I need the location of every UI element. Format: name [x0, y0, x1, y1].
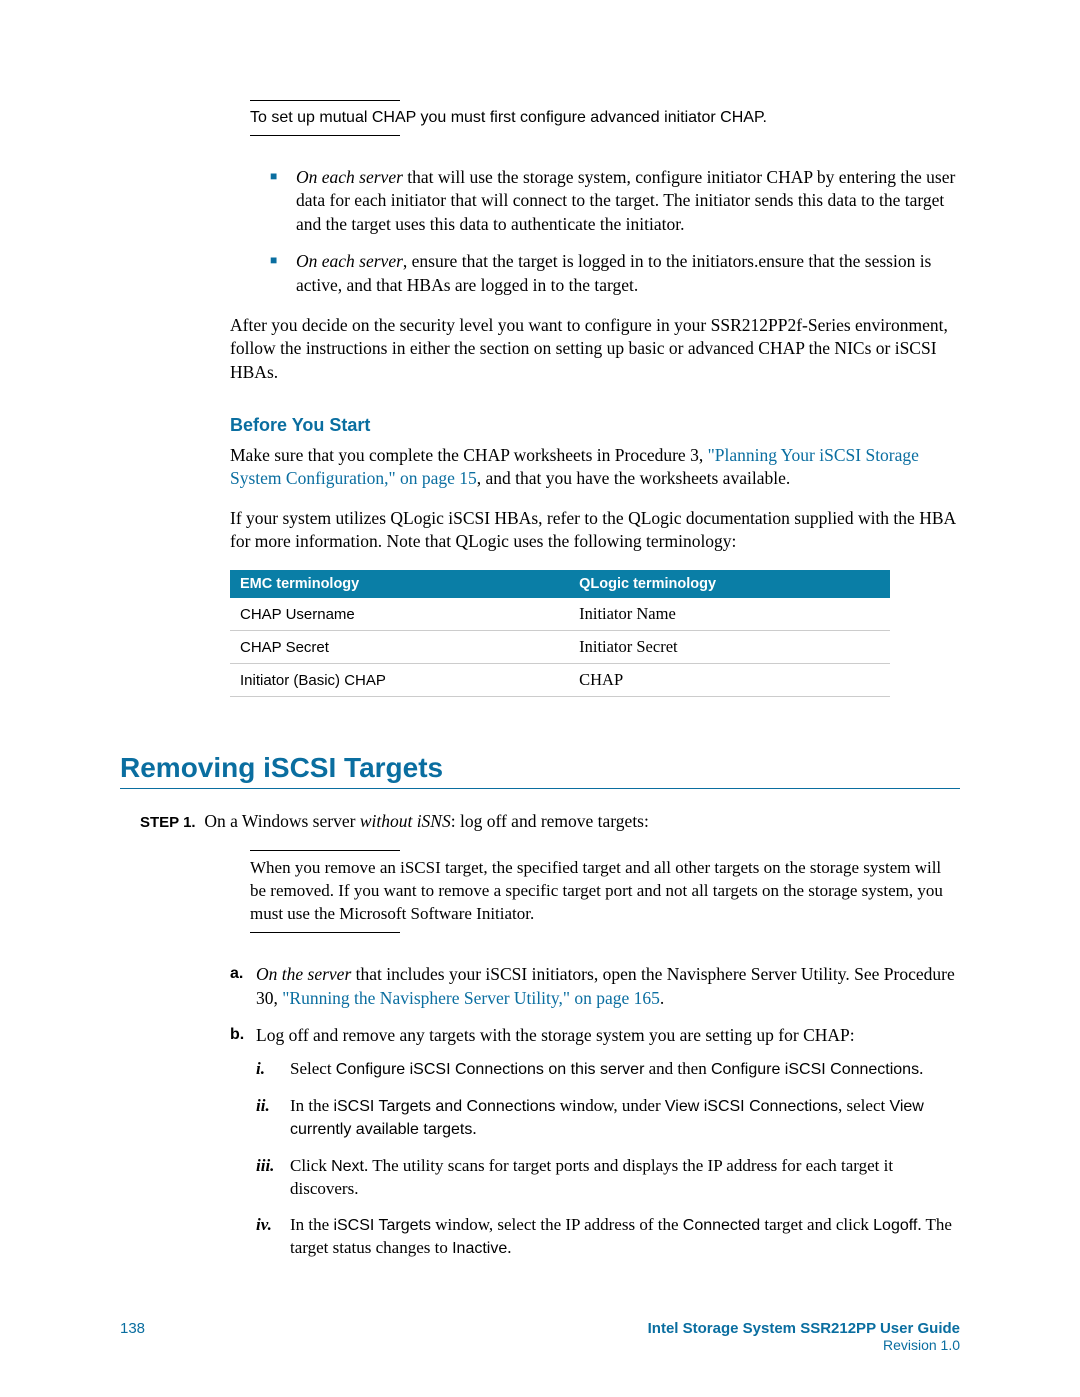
heading-removing-iscsi-targets: Removing iSCSI Targets [120, 752, 960, 784]
text: . [507, 1238, 511, 1257]
ui-label: Configure iSCSI Connections on this serv… [336, 1061, 645, 1078]
bullet-lead: On each server [296, 167, 403, 187]
page-footer: 138 Intel Storage System SSR212PP User G… [120, 1320, 960, 1353]
note-text: To set up mutual CHAP you must first con… [250, 107, 960, 129]
text: window, select the IP address of the [431, 1215, 683, 1234]
text: and then [644, 1059, 711, 1078]
ui-label: Next [331, 1158, 364, 1175]
note-block-2: When you remove an iSCSI target, the spe… [250, 850, 960, 933]
text: . [660, 988, 664, 1008]
heading-before-you-start: Before You Start [230, 415, 960, 436]
text-italic: On the server [256, 964, 351, 984]
xref-link[interactable]: "Running the Navisphere Server Utility,"… [282, 988, 660, 1008]
text-italic: without iSNS [360, 811, 451, 831]
body-paragraph: After you decide on the security level y… [230, 314, 960, 385]
ui-label: Inactive [452, 1240, 507, 1257]
bullet-list: On each server that will use the storage… [230, 166, 960, 298]
step-1: STEP 1. On a Windows server without iSNS… [140, 811, 960, 832]
guide-title: Intel Storage System SSR212PP User Guide [648, 1320, 960, 1337]
list-item-i: Select Configure iSCSI Connections on th… [256, 1058, 960, 1081]
bullet-item: On each server that will use the storage… [270, 166, 960, 237]
text: , and that you have the worksheets avail… [477, 468, 790, 488]
bullet-item: On each server, ensure that the target i… [270, 250, 960, 297]
table-header-row: EMC terminology QLogic terminology [230, 570, 890, 598]
table-cell: Initiator (Basic) CHAP [230, 664, 569, 697]
text: : log off and remove targets: [451, 811, 649, 831]
ui-label: Logoff [873, 1217, 917, 1234]
lettered-list: On the server that includes your iSCSI i… [230, 963, 960, 1260]
text: . [472, 1119, 476, 1138]
list-item-b: Log off and remove any targets with the … [230, 1024, 960, 1260]
text: . [919, 1059, 923, 1078]
footer-right: Intel Storage System SSR212PP User Guide… [648, 1320, 960, 1353]
text: . The utility scans for target ports and… [290, 1156, 893, 1198]
note-text: When you remove an iSCSI target, the spe… [250, 857, 960, 926]
ui-label: iSCSI Targets and Connections [333, 1098, 555, 1115]
text: On a Windows server [204, 811, 359, 831]
table-cell: CHAP Username [230, 598, 569, 631]
text: In the [290, 1215, 333, 1234]
roman-list: Select Configure iSCSI Connections on th… [256, 1058, 960, 1261]
terminology-table: EMC terminology QLogic terminology CHAP … [230, 570, 890, 697]
table-row: CHAP Username Initiator Name [230, 598, 890, 631]
table-cell: CHAP [569, 664, 890, 697]
list-item-a: On the server that includes your iSCSI i… [230, 963, 960, 1010]
list-item-iv: In the iSCSI Targets window, select the … [256, 1214, 960, 1260]
text: window, under [556, 1096, 665, 1115]
ui-label: Configure iSCSI Connections [711, 1061, 919, 1078]
table-header: QLogic terminology [569, 570, 890, 598]
text: target and click [760, 1215, 873, 1234]
note-rule [250, 850, 400, 851]
document-page: To set up mutual CHAP you must first con… [0, 0, 1080, 1393]
ui-label: iSCSI Targets [333, 1217, 431, 1234]
note-rule [250, 135, 400, 136]
note-rule [250, 100, 400, 101]
page-number: 138 [120, 1320, 145, 1337]
revision: Revision 1.0 [648, 1337, 960, 1353]
table-header: EMC terminology [230, 570, 569, 598]
note-rule [250, 932, 400, 933]
body-paragraph: If your system utilizes QLogic iSCSI HBA… [230, 507, 960, 554]
text: Select [290, 1059, 336, 1078]
text: Make sure that you complete the CHAP wor… [230, 445, 708, 465]
ui-label: Connected [683, 1217, 760, 1234]
table-cell: Initiator Secret [569, 631, 890, 664]
text: In the [290, 1096, 333, 1115]
list-item-ii: In the iSCSI Targets and Connections win… [256, 1095, 960, 1141]
table-row: Initiator (Basic) CHAP CHAP [230, 664, 890, 697]
text: Click [290, 1156, 331, 1175]
table-cell: CHAP Secret [230, 631, 569, 664]
table-row: CHAP Secret Initiator Secret [230, 631, 890, 664]
list-item-iii: Click Next. The utility scans for target… [256, 1155, 960, 1201]
ui-label: View iSCSI Connections [665, 1098, 838, 1115]
text: Log off and remove any targets with the … [256, 1025, 855, 1045]
note-block-1: To set up mutual CHAP you must first con… [250, 100, 960, 136]
bullet-lead: On each server [296, 251, 403, 271]
heading-rule [120, 788, 960, 789]
table-cell: Initiator Name [569, 598, 890, 631]
step-label: STEP 1. [140, 814, 196, 831]
body-paragraph: Make sure that you complete the CHAP wor… [230, 444, 960, 491]
text: , select [838, 1096, 889, 1115]
